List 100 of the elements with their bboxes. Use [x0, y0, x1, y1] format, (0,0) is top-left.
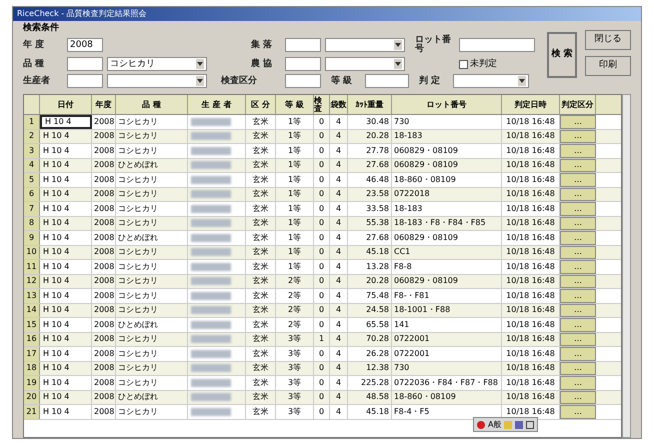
table-cell: H 10 4 [40, 144, 92, 158]
table-cell: 26.28 [348, 347, 392, 360]
blurred-name [191, 248, 231, 256]
text-field[interactable] [285, 74, 321, 88]
field-label: 判 定 [419, 76, 442, 86]
table-cell: 75.48 [348, 289, 392, 302]
table-row[interactable]: 13 H 10 4 2008 コシヒカリ 玄米 2等 0 4 75.48 F8-・F81 10/18 16:48 … [24, 289, 621, 304]
column-header: 検査 [314, 95, 330, 114]
judge-button[interactable]: … [560, 188, 596, 201]
table-cell: 0 [314, 216, 330, 230]
table-cell: H 10 4 [40, 362, 92, 375]
table-row[interactable]: 4 H 10 4 2008 ひとめぼれ 玄米 1等 0 4 27.68 060829・08109 10/18 16:48 … [24, 158, 621, 173]
table-row[interactable]: 3 H 10 4 2008 コシヒカリ 玄米 1等 0 4 27.78 060829・08109 10/18 16:48 … [24, 144, 621, 158]
table-row[interactable]: 19 H 10 4 2008 コシヒカリ 玄米 3等 0 4 225.28 0722036・F84・F87・F88 10/18 16:48 … [24, 376, 621, 390]
text-field[interactable] [365, 74, 409, 88]
table-row[interactable]: 7 H 10 4 2008 コシヒカリ 玄米 1等 0 4 33.58 18-183 10/18 16:48 … [24, 202, 621, 216]
table-row[interactable]: 14 H 10 4 2008 コシヒカリ 玄米 2等 0 4 24.58 18-1001・F88 10/18 16:48 … [24, 304, 621, 318]
close-button[interactable]: 閉じる [585, 30, 631, 50]
table-cell: 2008 [92, 130, 116, 143]
table-cell: 1 [314, 332, 330, 346]
row-number: 18 [24, 362, 40, 375]
dropdown-field[interactable]: コシヒカリ [107, 57, 207, 71]
judge-button[interactable]: … [560, 362, 596, 375]
text-field[interactable] [459, 38, 535, 52]
table-cell: 18-183・F8・F84・F85 [392, 216, 502, 230]
window-title: RiceCheck - 品質検査判定結果照会 [17, 10, 147, 18]
judge-button[interactable]: … [560, 405, 596, 418]
table-cell: 2008 [92, 332, 116, 346]
row-number: 6 [24, 188, 40, 201]
search-button[interactable]: 検 索 [547, 32, 577, 78]
table-cell: 141 [392, 318, 502, 332]
judge-button[interactable]: … [560, 304, 596, 317]
table-row[interactable]: 11 H 10 4 2008 コシヒカリ 玄米 1等 0 4 13.28 F8-8 10/18 16:48 … [24, 260, 621, 274]
judge-button[interactable]: … [560, 216, 596, 230]
table-cell: 玄米 [246, 115, 276, 128]
judge-button[interactable]: … [560, 347, 596, 360]
table-row[interactable]: 10 H 10 4 2008 コシヒカリ 玄米 1等 0 4 45.18 CC1 10/18 16:48 … [24, 246, 621, 260]
judge-button[interactable]: … [560, 246, 596, 259]
blurred-name [191, 364, 231, 372]
table-cell: H 10 4 [40, 318, 92, 332]
table-cell: H 10 4 [40, 405, 92, 418]
table-row[interactable]: 16 H 10 4 2008 コシヒカリ 玄米 3等 1 4 70.28 0722001 10/18 16:48 … [24, 332, 621, 347]
table-cell: 23.58 [348, 188, 392, 201]
table-row[interactable]: 1 H 10 4 2008 コシヒカリ 玄米 1等 0 4 30.48 730 10/18 16:48 … [24, 115, 621, 130]
text-field[interactable] [67, 74, 103, 88]
table-row[interactable]: 5 H 10 4 2008 コシヒカリ 玄米 1等 0 4 46.48 18-860・08109 10/18 16:48 … [24, 173, 621, 188]
text-field[interactable]: 2008 [67, 38, 103, 52]
table-cell: 2008 [92, 246, 116, 259]
table-cell: コシヒカリ [116, 405, 188, 418]
table-cell: 玄米 [246, 318, 276, 332]
table-cell: 2008 [92, 274, 116, 288]
table-cell: 0 [314, 231, 330, 244]
section-heading: 検索条件 [23, 24, 60, 33]
table-cell: F8-・F81 [392, 289, 502, 302]
judge-button[interactable]: … [560, 115, 596, 128]
text-field[interactable] [67, 57, 103, 71]
judge-button[interactable]: … [560, 274, 596, 288]
table-row[interactable]: 2 H 10 4 2008 コシヒカリ 玄米 1等 0 4 20.28 18-183 10/18 16:48 … [24, 130, 621, 144]
table-row[interactable]: 12 H 10 4 2008 コシヒカリ 玄米 2等 0 4 20.28 060829・08109 10/18 16:48 … [24, 274, 621, 289]
table-cell: 4 [330, 260, 348, 274]
table-row[interactable]: 17 H 10 4 2008 コシヒカリ 玄米 3等 0 4 26.28 0722001 10/18 16:48 … [24, 347, 621, 362]
judge-button[interactable]: … [560, 332, 596, 346]
dropdown-field[interactable] [325, 38, 405, 52]
table-cell: 730 [392, 362, 502, 375]
judge-button[interactable]: … [560, 231, 596, 244]
judge-button[interactable]: … [560, 173, 596, 186]
scrollbar[interactable] [622, 94, 631, 438]
text-field[interactable] [285, 57, 321, 71]
judge-button[interactable]: … [560, 318, 596, 332]
table-cell: 玄米 [246, 231, 276, 244]
judge-button[interactable]: … [560, 130, 596, 143]
table-row[interactable]: 15 H 10 4 2008 ひとめぼれ 玄米 2等 0 4 65.58 141 10/18 16:48 … [24, 318, 621, 332]
checkbox[interactable] [459, 60, 468, 68]
table-cell: 玄米 [246, 332, 276, 346]
judge-button[interactable]: … [560, 376, 596, 390]
table-row[interactable]: 21 H 10 4 2008 コシヒカリ 玄米 3等 0 4 45.18 F8-4・F5 10/18 16:48 … [24, 405, 621, 420]
print-button[interactable]: 印刷 [585, 56, 631, 76]
dropdown-field[interactable] [107, 74, 207, 88]
row-number: 19 [24, 376, 40, 390]
text-field[interactable] [285, 38, 321, 52]
table-cell: 3等 [276, 332, 314, 346]
table-row[interactable]: 6 H 10 4 2008 コシヒカリ 玄米 1等 0 4 23.58 0722018 10/18 16:48 … [24, 188, 621, 202]
judge-button[interactable]: … [560, 144, 596, 158]
table-row[interactable]: 9 H 10 4 2008 ひとめぼれ 玄米 1等 0 4 27.68 060829・08109 10/18 16:48 … [24, 231, 621, 246]
table-row[interactable]: 18 H 10 4 2008 コシヒカリ 玄米 3等 0 4 12.38 730 10/18 16:48 … [24, 362, 621, 376]
judge-button[interactable]: … [560, 260, 596, 274]
table-cell: 玄米 [246, 216, 276, 230]
table-cell: 1等 [276, 144, 314, 158]
table-cell: 4 [330, 289, 348, 302]
field-label: 等 級 [331, 76, 354, 86]
dropdown-field[interactable] [453, 74, 529, 88]
dropdown-field[interactable] [325, 57, 405, 71]
judge-button[interactable]: … [560, 289, 596, 302]
table-row[interactable]: 20 H 10 4 2008 ひとめぼれ 玄米 3等 0 4 48.58 18-860・08109 10/18 16:48 … [24, 390, 621, 405]
judge-button[interactable]: … [560, 202, 596, 216]
table-cell: ひとめぼれ [116, 158, 188, 172]
row-number: 13 [24, 289, 40, 302]
judge-button[interactable]: … [560, 390, 596, 404]
table-row[interactable]: 8 H 10 4 2008 コシヒカリ 玄米 1等 0 4 55.38 18-183・F8・F84・F85 10/18 16:48 … [24, 216, 621, 231]
judge-button[interactable]: … [560, 158, 596, 172]
